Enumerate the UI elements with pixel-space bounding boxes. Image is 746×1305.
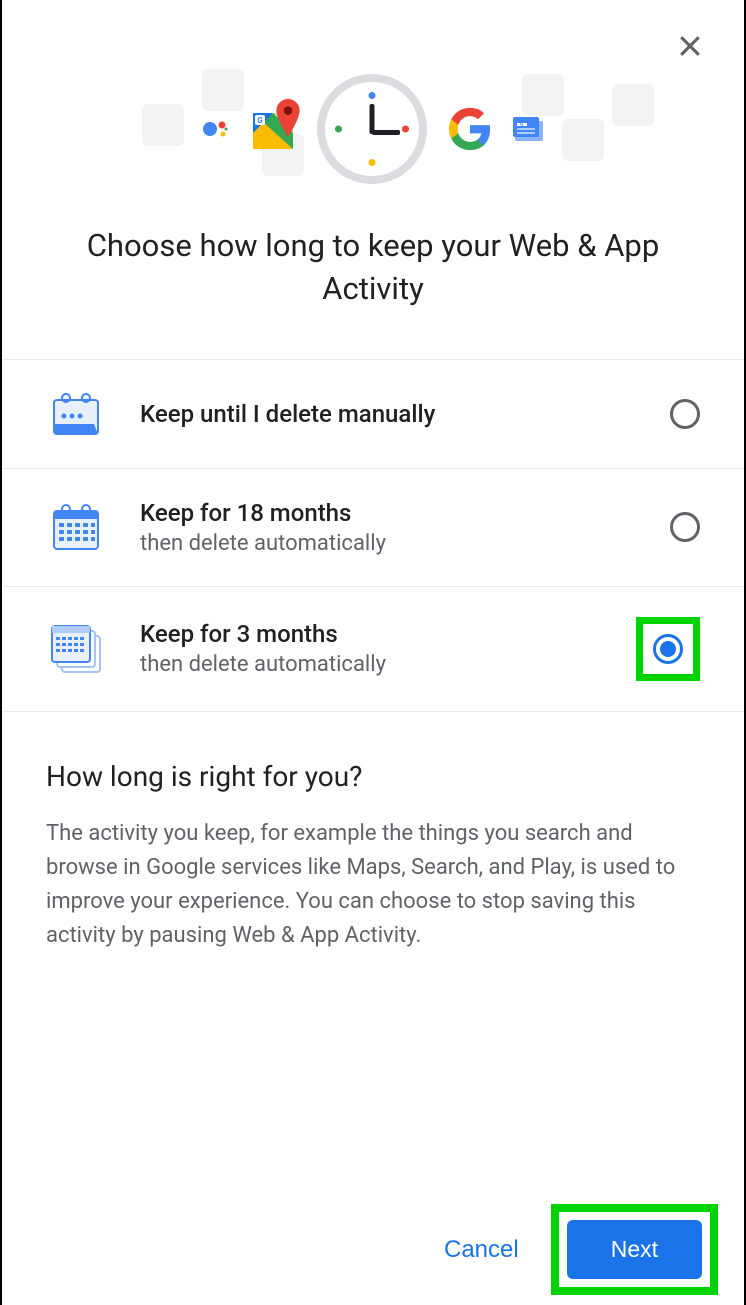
option-title: Keep for 3 months [140,620,602,648]
dialog-title: Choose how long to keep your Web & App A… [2,214,744,359]
assistant-icon [201,115,229,143]
cancel-button[interactable]: Cancel [436,1224,527,1276]
retention-options: Keep until I delete manually Keep for 18… [2,359,744,712]
calendar-dots-icon [46,390,106,438]
hero-illustration: G G [2,64,744,214]
tutorial-highlight: Next [551,1204,718,1295]
svg-text:G: G [520,122,524,128]
svg-text:G: G [257,116,263,125]
radio-unselected [670,512,700,542]
close-icon [675,31,705,61]
clock-icon [317,74,427,184]
news-icon: G [513,115,545,143]
option-title: Keep for 18 months [140,499,636,527]
close-button[interactable] [672,28,708,64]
radio-unselected [670,399,700,429]
option-title: Keep until I delete manually [140,400,636,428]
radio-selected [653,634,683,664]
option-keep-3-months[interactable]: Keep for 3 months then delete automatica… [2,587,744,712]
calendar-stack-icon [46,622,106,676]
dialog-footer: Cancel Next [0,1204,746,1305]
option-subtitle: then delete automatically [140,531,636,556]
next-button[interactable]: Next [567,1220,702,1279]
info-section: How long is right for you? The activity … [2,712,744,977]
maps-icon: G [249,105,297,153]
info-body: The activity you keep, for example the t… [46,817,700,953]
option-subtitle: then delete automatically [140,652,602,677]
google-g-icon [447,106,493,152]
option-keep-manual[interactable]: Keep until I delete manually [2,360,744,469]
calendar-grid-icon [46,501,106,553]
option-keep-18-months[interactable]: Keep for 18 months then delete automatic… [2,469,744,587]
tutorial-highlight [636,617,700,681]
dialog-choose-activity-retention: G G Choose how long to keep your Web & A… [0,0,746,1305]
info-heading: How long is right for you? [46,760,700,793]
